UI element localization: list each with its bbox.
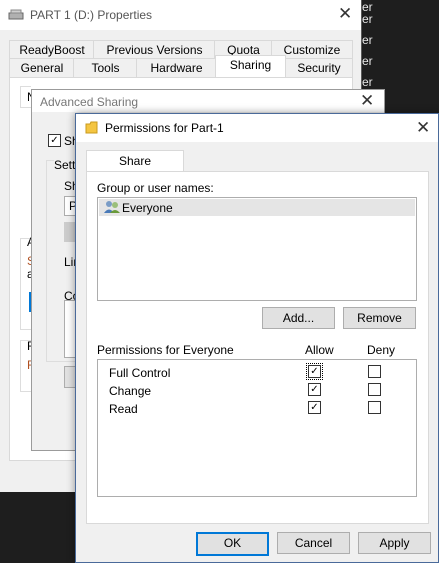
tab-hardware[interactable]: Hardware [136, 58, 217, 78]
deny-header: Deny [367, 343, 396, 357]
advanced-sharing-title: Advanced Sharing [40, 95, 139, 109]
cancel-button[interactable]: Cancel [277, 532, 350, 554]
user-list: Everyone [97, 197, 417, 301]
close-icon[interactable]: ✕ [416, 118, 430, 138]
settings-label: Sett [54, 158, 76, 172]
share-folder-checkbox[interactable]: ✓ [48, 134, 61, 147]
tab-general[interactable]: General [9, 58, 75, 78]
properties-title: PART 1 (D:) Properties [30, 8, 153, 22]
deny-checkbox[interactable] [368, 401, 381, 414]
list-item[interactable]: Everyone [99, 199, 415, 216]
user-name: Everyone [122, 201, 173, 215]
permissions-dialog: Permissions for Part-1 ✕ Share Permissio… [75, 113, 439, 563]
tab-security[interactable]: Security [285, 58, 353, 78]
bg-text: er [362, 75, 373, 89]
tab-readyboost[interactable]: ReadyBoost [9, 40, 95, 60]
permission-name: Full Control [109, 366, 171, 380]
tab-tools[interactable]: Tools [73, 58, 138, 78]
users-icon [104, 201, 120, 213]
ok-button[interactable]: OK [196, 532, 269, 556]
bg-text: er [362, 12, 373, 26]
properties-titlebar: PART 1 (D:) Properties ✕ [0, 0, 361, 30]
allow-checkbox[interactable]: ✓ [308, 401, 321, 414]
tab-content-panel: Group or user names: Everyone Add... Rem… [86, 171, 429, 524]
permission-row: Change ✓ [98, 382, 416, 400]
group-box [20, 238, 31, 330]
close-icon[interactable]: ✕ [338, 4, 352, 24]
drive-icon [8, 9, 24, 20]
tab-previous-versions[interactable]: Previous Versions [93, 40, 216, 60]
bg-text: er [362, 54, 373, 68]
permissions-title: Permissions for Part-1 [105, 121, 224, 135]
deny-checkbox[interactable] [368, 383, 381, 396]
tab-share-permissions[interactable]: Share Permissions [86, 150, 184, 189]
group-label: Group or user names: [97, 181, 214, 195]
permissions-list: Full Control ✓ Change ✓ Read ✓ [97, 359, 417, 497]
deny-checkbox[interactable] [368, 365, 381, 378]
permission-row: Full Control ✓ [98, 363, 416, 382]
advanced-sharing-titlebar: Advanced Sharing ✕ [32, 90, 384, 112]
allow-checkbox[interactable]: ✓ [306, 363, 323, 380]
permission-row: Read ✓ [98, 400, 416, 418]
permission-name: Read [109, 402, 138, 416]
allow-header: Allow [305, 343, 334, 357]
folder-icon [85, 121, 98, 134]
close-icon[interactable]: ✕ [360, 91, 374, 111]
allow-checkbox[interactable]: ✓ [308, 383, 321, 396]
remove-button[interactable]: Remove [343, 307, 416, 329]
apply-button[interactable]: Apply [358, 532, 431, 554]
permissions-titlebar: Permissions for Part-1 ✕ [76, 114, 438, 142]
bg-text: er [362, 33, 373, 47]
add-button[interactable]: Add... [262, 307, 335, 329]
permission-name: Change [109, 384, 152, 398]
tab-sharing[interactable]: Sharing [215, 55, 286, 78]
permissions-for-label: Permissions for Everyone [97, 343, 234, 357]
